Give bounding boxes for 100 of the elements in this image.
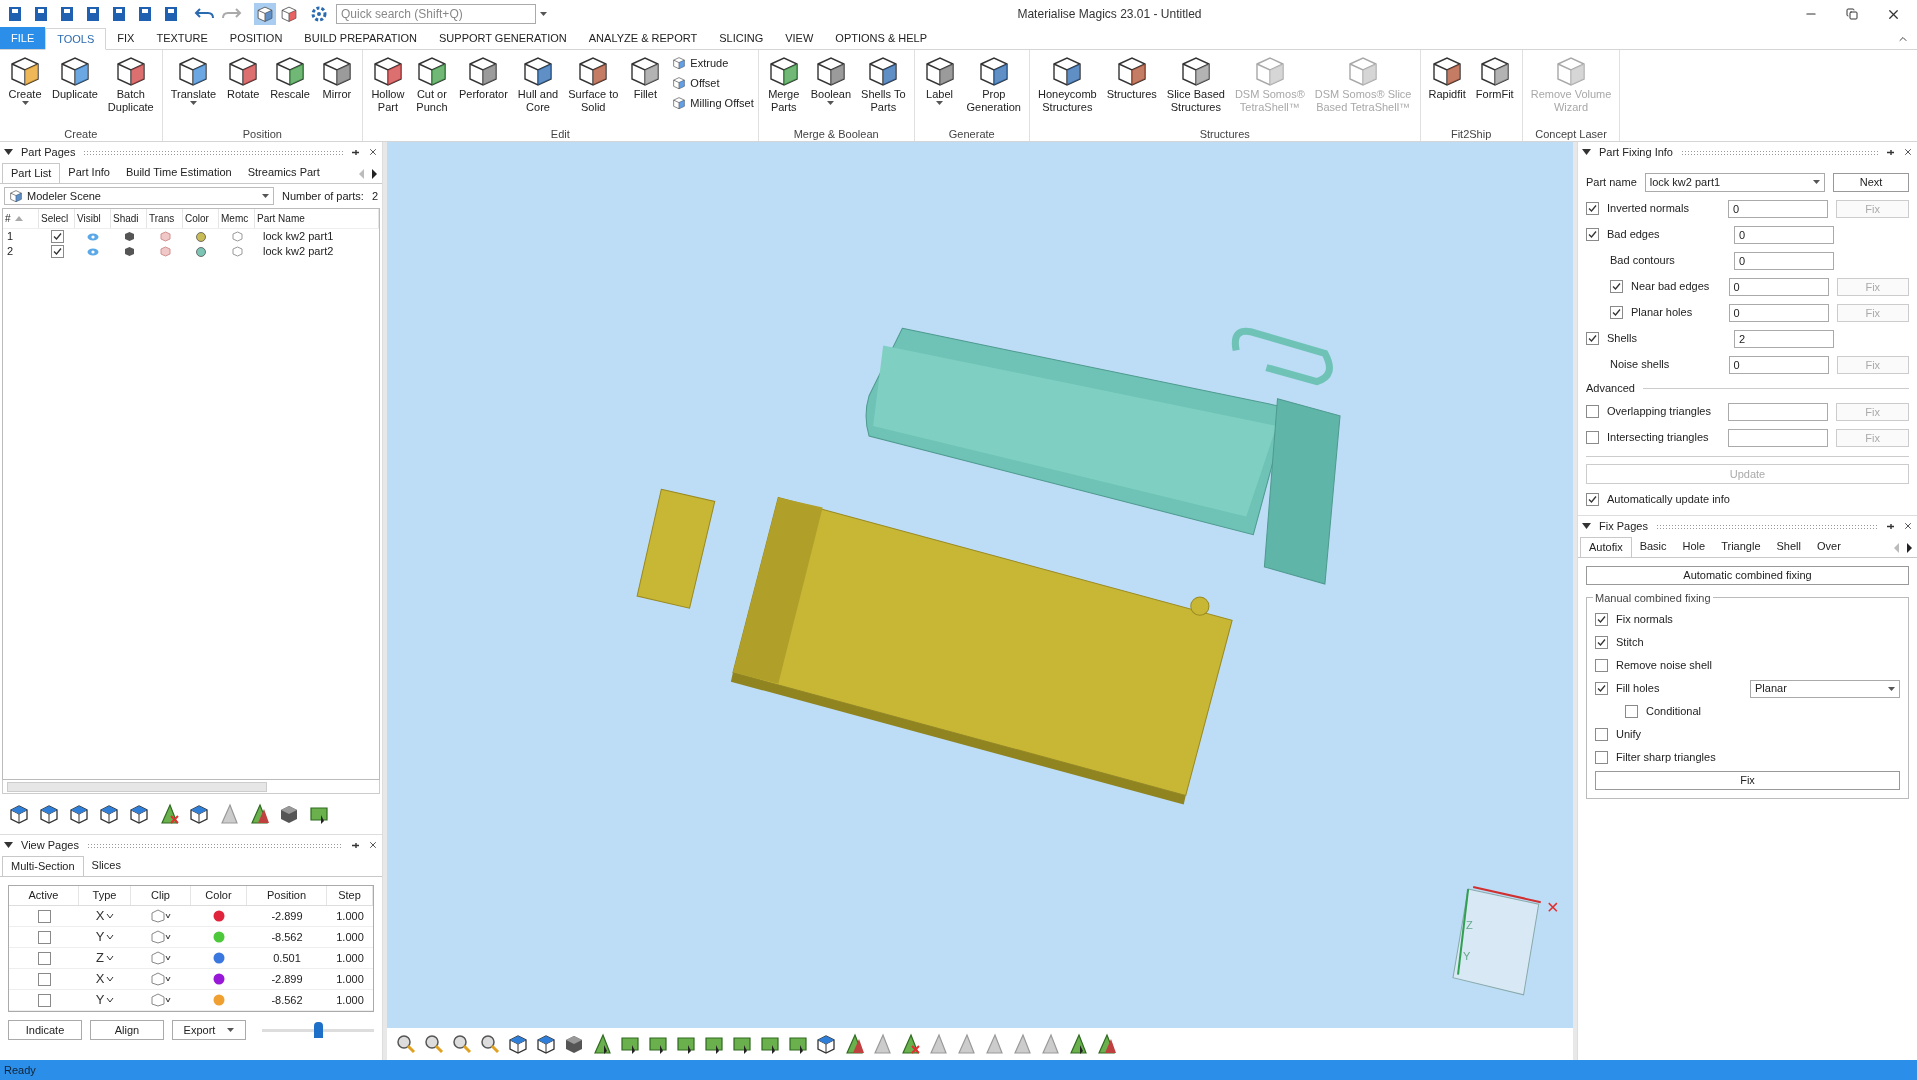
cube-icon[interactable] [507,1033,529,1055]
ribbon-button[interactable]: Boolean [806,54,856,105]
fill-holes-dropdown[interactable]: Planar [1750,679,1900,698]
shading-icon[interactable] [123,246,135,257]
tab[interactable]: Part List [2,163,61,183]
panel-button[interactable]: Align [90,1020,164,1040]
pin-icon[interactable] [1886,521,1895,531]
ribbon-button[interactable]: Batch Duplicate [103,54,158,114]
menu-tab[interactable]: VIEW [774,27,825,49]
close-icon[interactable] [1903,147,1913,157]
input-field[interactable]: 0 [1734,225,1834,244]
shading-icon[interactable] [123,231,135,242]
part-name-dropdown[interactable]: lock kw2 part1 [1644,172,1825,192]
chevron-icon[interactable] [106,934,115,940]
ribbon-small-button[interactable]: Offset [672,74,754,92]
menu-tab[interactable]: BUILD PREPARATION [293,27,429,49]
select-mode-button[interactable] [254,3,276,25]
ribbon-button[interactable]: Hollow Part [366,54,409,114]
ribbon-button[interactable]: Slice Based Structures [1162,54,1229,114]
close-icon[interactable] [1903,521,1913,531]
ribbon-button[interactable]: Rotate [222,54,265,101]
input-field[interactable]: 0 [1728,199,1829,218]
checkbox[interactable] [1586,202,1599,215]
clip-icon[interactable] [150,993,172,1007]
color-dot[interactable] [213,973,225,985]
fix-button[interactable]: Fix [1595,771,1900,790]
eye-icon[interactable] [87,247,99,256]
toolbar-icon[interactable] [6,5,24,23]
shaded-cube-icon[interactable] [278,803,300,825]
ribbon-button[interactable]: Prop Generation [962,54,1025,114]
zoom-icon[interactable] [423,1033,445,1055]
checkbox[interactable] [1595,613,1608,626]
checkbox[interactable] [1586,492,1599,506]
search-field[interactable]: Quick search (Shift+Q) [336,4,536,24]
column-header[interactable]: Memc [221,211,249,226]
menu-tab[interactable]: OPTIONS & HELP [824,27,939,49]
cube-icon[interactable] [535,1033,557,1055]
chevron-icon[interactable] [106,997,115,1003]
triangle-icon[interactable] [1067,1033,1089,1055]
input-field[interactable]: 0 [1728,277,1829,296]
checkbox[interactable] [1595,682,1608,695]
menu-tab[interactable]: POSITION [218,27,294,49]
toolbar-icon[interactable] [84,5,102,23]
input-field[interactable]: 0 [1728,355,1829,374]
next-button[interactable]: Next [1833,172,1909,192]
tab[interactable]: Triangle [1713,536,1769,557]
tab[interactable]: Slices [83,855,129,876]
input-field[interactable] [1728,402,1829,421]
collapse-icon[interactable] [1582,523,1591,529]
cube-icon[interactable] [38,803,60,825]
ribbon-button[interactable]: Honeycomb Structures [1033,54,1101,114]
triangles-icon[interactable] [248,803,270,825]
tab[interactable]: Over [1809,536,1849,557]
clip-icon[interactable] [150,909,172,923]
pin-icon[interactable] [351,147,360,157]
close-icon[interactable] [368,840,378,850]
tab[interactable]: Multi-Section [2,856,84,876]
checkbox[interactable] [1586,431,1599,444]
ribbon-button[interactable]: Cut or Punch [410,54,453,114]
slider-thumb[interactable] [314,1022,323,1038]
menu-tab[interactable]: TEXTURE [145,27,219,49]
checkbox[interactable] [1625,705,1638,718]
delete-triangle-icon[interactable] [158,803,180,825]
ribbon-button[interactable]: Rapidfit [1424,54,1470,101]
toolbar-icon[interactable] [162,5,180,23]
color-dot[interactable] [213,952,225,964]
checkbox[interactable] [1595,659,1608,672]
zoom-icon[interactable] [451,1033,473,1055]
checkbox[interactable] [37,909,51,923]
color-dot[interactable] [196,246,206,257]
ribbon-small-button[interactable]: Milling Offset [672,94,754,112]
color-dot[interactable] [213,910,225,922]
eye-icon[interactable] [87,232,99,241]
delete-triangle-icon[interactable] [899,1033,921,1055]
color-dot[interactable] [196,231,206,242]
tab[interactable]: Basic [1631,536,1675,557]
checkbox[interactable] [37,930,51,944]
toolbar-icon[interactable] [110,5,128,23]
restore-icon[interactable] [1846,8,1858,20]
column-header[interactable]: Part Name [257,211,305,226]
triangles-icon[interactable] [843,1033,865,1055]
checkbox[interactable] [37,951,51,965]
triangles-icon[interactable] [1095,1033,1117,1055]
collapse-icon[interactable] [4,149,13,155]
chevron-icon[interactable] [106,976,115,982]
checkbox[interactable] [1610,280,1623,293]
checkbox[interactable] [50,245,64,258]
slider[interactable] [262,1021,374,1039]
ribbon-button[interactable]: Structures [1102,54,1161,101]
checkbox[interactable] [37,972,51,986]
scene-dropdown[interactable]: Modeler Scene [4,187,274,205]
ribbon-button[interactable]: Fillet [624,54,667,101]
input-field[interactable]: 0 [1728,303,1829,322]
checkbox[interactable] [37,993,51,1007]
horizontal-scrollbar[interactable] [2,780,380,794]
panel-button[interactable]: Indicate [8,1020,82,1040]
tab[interactable]: Autofix [1580,537,1632,557]
section-axis[interactable]: Y [95,927,105,947]
checkbox[interactable] [1586,332,1599,345]
checkbox[interactable] [1595,728,1608,741]
